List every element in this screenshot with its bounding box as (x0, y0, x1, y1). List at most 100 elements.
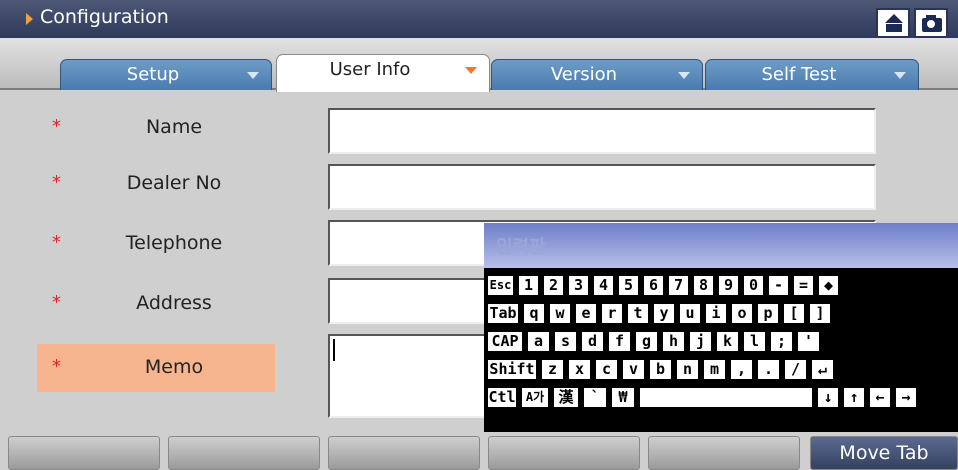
function-button-5[interactable] (648, 436, 800, 470)
key-e[interactable]: e (574, 302, 598, 325)
key-esc[interactable]: Esc (486, 274, 515, 297)
key-5[interactable]: 5 (617, 274, 640, 297)
key-arrow-up[interactable]: ↑ (842, 386, 866, 409)
key-0[interactable]: 0 (742, 274, 765, 297)
chevron-down-icon (678, 72, 690, 79)
key-6[interactable]: 6 (642, 274, 665, 297)
key-enter[interactable]: ↵ (810, 358, 835, 381)
key-arrow-left[interactable]: ← (868, 386, 892, 409)
key-open-bracket[interactable]: [ (782, 302, 806, 325)
keyboard-title: 입력판 (496, 237, 546, 258)
required-marker: * (52, 292, 61, 313)
key-d[interactable]: d (580, 330, 605, 353)
key-g[interactable]: g (634, 330, 659, 353)
key-j[interactable]: j (688, 330, 713, 353)
telephone-label: Telephone (125, 232, 223, 254)
home-button[interactable] (876, 8, 910, 38)
key-minus[interactable]: - (767, 274, 790, 297)
tab-self-test[interactable]: Self Test (705, 59, 919, 90)
key-3[interactable]: 3 (567, 274, 590, 297)
key-backspace[interactable]: ◆ (817, 274, 840, 297)
key-8[interactable]: 8 (692, 274, 715, 297)
function-button-1[interactable] (8, 436, 160, 470)
key-o[interactable]: o (730, 302, 754, 325)
tab-label: Version (550, 64, 618, 85)
window-title: Configuration (40, 6, 169, 28)
key-won[interactable]: ₩ (610, 386, 636, 409)
key-semicolon[interactable]: ; (769, 330, 794, 353)
address-label-row: * Address (37, 280, 275, 328)
expand-arrow-icon (26, 13, 33, 25)
key-arrow-down[interactable]: ↓ (816, 386, 840, 409)
key-q[interactable]: q (522, 302, 546, 325)
key-close-bracket[interactable]: ] (808, 302, 832, 325)
key-c[interactable]: c (594, 358, 619, 381)
required-marker: * (52, 172, 61, 193)
chevron-down-icon (465, 67, 477, 74)
key-b[interactable]: b (648, 358, 673, 381)
key-v[interactable]: v (621, 358, 646, 381)
key-arrow-right[interactable]: → (894, 386, 918, 409)
bottom-button-bar: Move Tab (0, 432, 958, 470)
key-w[interactable]: w (548, 302, 572, 325)
required-marker: * (52, 356, 61, 377)
key-s[interactable]: s (553, 330, 578, 353)
key-slash[interactable]: / (783, 358, 808, 381)
key-hangul[interactable]: A가 (520, 386, 550, 409)
key-m[interactable]: m (702, 358, 727, 381)
camera-icon-lens (927, 20, 935, 28)
name-label: Name (145, 116, 203, 138)
key-backtick[interactable]: ` (582, 386, 608, 409)
key-k[interactable]: k (715, 330, 740, 353)
key-comma[interactable]: , (729, 358, 754, 381)
key-shift[interactable]: Shift (486, 358, 538, 381)
key-n[interactable]: n (675, 358, 700, 381)
key-z[interactable]: z (540, 358, 565, 381)
key-hanja[interactable]: 漢 (552, 386, 580, 409)
dealer-no-label: Dealer No (126, 172, 222, 194)
keyboard-title-bar[interactable]: 입력판 (484, 223, 958, 268)
telephone-label-row: * Telephone (37, 220, 275, 268)
tab-user-info[interactable]: User Info (276, 54, 490, 92)
function-button-2[interactable] (168, 436, 320, 470)
tab-version[interactable]: Version (491, 59, 703, 90)
key-ctrl[interactable]: Ctl (486, 386, 518, 409)
camera-button[interactable] (914, 8, 948, 38)
function-button-3[interactable] (328, 436, 480, 470)
dealer-no-label-row: * Dealer No (37, 160, 275, 208)
key-r[interactable]: r (600, 302, 624, 325)
key-i[interactable]: i (704, 302, 728, 325)
chevron-down-icon (894, 72, 906, 79)
key-t[interactable]: t (626, 302, 650, 325)
function-button-4[interactable] (488, 436, 640, 470)
key-1[interactable]: 1 (517, 274, 540, 297)
key-f[interactable]: f (607, 330, 632, 353)
home-icon-base (886, 24, 902, 32)
key-9[interactable]: 9 (717, 274, 740, 297)
memo-label-row: * Memo (37, 344, 275, 392)
text-caret (333, 339, 335, 361)
key-p[interactable]: p (756, 302, 780, 325)
move-tab-button[interactable]: Move Tab (810, 436, 958, 470)
key-y[interactable]: y (652, 302, 676, 325)
key-quote[interactable]: ' (796, 330, 821, 353)
key-l[interactable]: l (742, 330, 767, 353)
key-u[interactable]: u (678, 302, 702, 325)
tab-label: User Info (329, 59, 411, 80)
key-4[interactable]: 4 (592, 274, 615, 297)
key-a[interactable]: a (526, 330, 551, 353)
key-2[interactable]: 2 (542, 274, 565, 297)
key-h[interactable]: h (661, 330, 686, 353)
home-icon (885, 14, 903, 23)
key-period[interactable]: . (756, 358, 781, 381)
key-7[interactable]: 7 (667, 274, 690, 297)
key-space[interactable] (638, 386, 814, 409)
tab-label: Self Test (761, 64, 837, 85)
name-field[interactable] (328, 108, 876, 154)
key-equals[interactable]: = (792, 274, 815, 297)
key-tab[interactable]: Tab (486, 302, 520, 325)
key-caps[interactable]: CAP (486, 330, 524, 353)
tab-setup[interactable]: Setup (60, 59, 272, 90)
key-x[interactable]: x (567, 358, 592, 381)
dealer-no-field[interactable] (328, 164, 876, 210)
